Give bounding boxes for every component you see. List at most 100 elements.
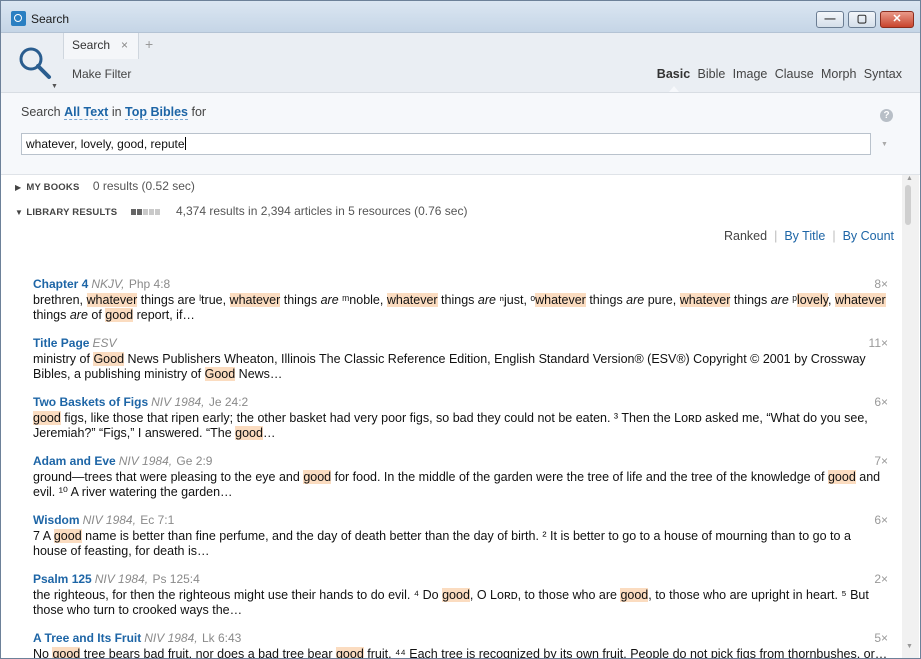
scope-dropdown[interactable]: All Text xyxy=(64,105,109,120)
search-hit-highlight: good xyxy=(235,426,263,440)
window-title: Search xyxy=(31,12,70,26)
search-hit-highlight: whatever xyxy=(229,293,281,307)
snippet-text: name is better than fine perfume, and th… xyxy=(33,529,851,558)
maximize-icon: ▢ xyxy=(856,13,868,25)
search-menu-chevron-icon[interactable]: ▼ xyxy=(51,83,58,90)
results-scrollbar[interactable]: ▲ ▼ xyxy=(902,175,919,658)
mode-tab-syntax[interactable]: Syntax xyxy=(864,67,902,81)
snippet-text: , O Lᴏʀᴅ, to those who are xyxy=(469,588,621,602)
snippet-text: things are ˡtrue, xyxy=(137,293,230,307)
sort-options: Ranked | By Title | By Count xyxy=(723,229,894,243)
result-reference: Je 24:2 xyxy=(208,395,249,409)
search-hit-highlight: whatever xyxy=(535,293,586,307)
snippet-text: ᵖ xyxy=(788,293,798,307)
result-title[interactable]: Chapter 4 xyxy=(33,277,88,291)
search-window: Search — ▢ ✕ ▼ Search × + Make Filter Ba… xyxy=(0,0,921,659)
close-window-button[interactable]: ✕ xyxy=(880,11,914,28)
mode-tab-morph[interactable]: Morph xyxy=(821,67,856,81)
result-title[interactable]: Wisdom xyxy=(33,513,80,527)
snippet-text: the righteous, for then the righteous mi… xyxy=(33,588,443,602)
snippet-text: pure, xyxy=(644,293,680,307)
result-title[interactable]: Two Baskets of Figs xyxy=(33,395,148,409)
result-title[interactable]: Adam and Eve xyxy=(33,454,116,468)
result-snippet: ministry of Good News Publishers Wheaton… xyxy=(33,352,888,382)
hit-count: 11× xyxy=(868,336,888,350)
result-snippet: the righteous, for then the righteous mi… xyxy=(33,588,888,618)
sort-by-count[interactable]: By Count xyxy=(843,229,894,243)
collapsed-triangle-icon[interactable]: ▶ xyxy=(15,183,23,192)
hit-count: 6× xyxy=(874,395,888,409)
snippet-text: brethren, xyxy=(33,293,87,307)
search-suffix: for xyxy=(191,105,207,119)
snippet-text: fruit. ⁴⁴ Each tree is recognized by its… xyxy=(363,647,888,659)
result-item[interactable]: Chapter 4 NKJV, Php 4:8 8× brethren, whate… xyxy=(33,277,888,323)
snippet-text: 7 A xyxy=(33,529,54,543)
result-title[interactable]: A Tree and Its Fruit xyxy=(33,631,141,645)
my-books-section[interactable]: ▶ MY BOOKS 0 results (0.52 sec) xyxy=(15,179,195,193)
mode-tab-basic[interactable]: Basic xyxy=(657,67,690,81)
collection-dropdown[interactable]: Top Bibles xyxy=(125,105,188,120)
snippet-text: for food. In the middle of the garden we… xyxy=(331,470,828,484)
snippet-italic-text: are xyxy=(477,293,496,307)
results-list: Chapter 4 NKJV, Php 4:8 8× brethren, whate… xyxy=(1,271,901,659)
add-tab-icon[interactable]: + xyxy=(145,36,153,52)
result-version: ESV xyxy=(92,336,117,350)
text-caret xyxy=(184,137,186,150)
result-item[interactable]: Adam and Eve NIV 1984, Ge 2:9 7× ground—tr… xyxy=(33,454,888,500)
active-mode-pointer xyxy=(669,86,679,92)
search-hit-highlight: good xyxy=(335,647,364,659)
help-icon[interactable]: ? xyxy=(880,109,893,122)
result-title[interactable]: Title Page xyxy=(33,336,89,350)
my-books-summary: 0 results (0.52 sec) xyxy=(92,179,195,193)
result-item[interactable]: Psalm 125 NIV 1984, Ps 125:4 2× the righte… xyxy=(33,572,888,618)
snippet-text: ᵐnoble, xyxy=(338,293,387,307)
mode-tab-clause[interactable]: Clause xyxy=(775,67,814,81)
result-reference: Php 4:8 xyxy=(128,277,171,291)
result-item[interactable]: Title Page ESV 11× ministry of Good News … xyxy=(33,336,888,382)
tab-close-icon[interactable]: × xyxy=(121,38,128,52)
scroll-down-icon[interactable]: ▼ xyxy=(906,643,913,650)
search-hit-highlight: good xyxy=(442,588,470,602)
snippet-italic-text: are xyxy=(69,308,88,322)
result-snippet: brethren, whatever things are ˡtrue, wha… xyxy=(33,293,888,323)
minimize-button[interactable]: — xyxy=(816,11,844,28)
hit-count: 8× xyxy=(874,277,888,291)
search-hit-highlight: Good xyxy=(204,367,236,381)
result-reference: Ec 7:1 xyxy=(140,513,175,527)
library-results-section[interactable]: ▼ LIBRARY RESULTS 4,374 results in 2,394… xyxy=(15,204,467,218)
result-version: NIV 1984, xyxy=(151,395,205,409)
snippet-text: things xyxy=(730,293,771,307)
search-progress-meter xyxy=(130,204,161,218)
result-item[interactable]: Wisdom NIV 1984, Ec 7:1 6× 7 A good name i… xyxy=(33,513,888,559)
search-hit-highlight: whatever xyxy=(835,293,886,307)
snippet-text: , xyxy=(828,293,835,307)
scroll-thumb[interactable] xyxy=(905,185,911,225)
search-toolbar: ▼ Search × + Make Filter Basic Bible Ima… xyxy=(1,33,920,93)
result-reference: Ge 2:9 xyxy=(176,454,213,468)
result-version: NKJV, xyxy=(91,277,125,291)
result-version: NIV 1984, xyxy=(118,454,173,468)
tab-search[interactable]: Search × xyxy=(63,33,139,59)
snippet-text: News Publishers Wheaton, Illinois The Cl… xyxy=(33,352,866,381)
scroll-up-icon[interactable]: ▲ xyxy=(906,175,913,182)
mode-tab-bible[interactable]: Bible xyxy=(698,67,726,81)
search-query-input[interactable]: whatever, lovely, good, repute xyxy=(21,133,871,155)
search-icon[interactable] xyxy=(17,45,53,81)
make-filter-button[interactable]: Make Filter xyxy=(72,67,131,81)
hit-count: 2× xyxy=(874,572,888,586)
result-item[interactable]: Two Baskets of Figs NIV 1984, Je 24:2 6× g… xyxy=(33,395,888,441)
query-history-chevron-icon[interactable]: ▼ xyxy=(881,141,888,148)
result-item[interactable]: A Tree and Its Fruit NIV 1984, Lk 6:43 5× … xyxy=(33,631,888,659)
title-bar: Search — ▢ ✕ xyxy=(1,1,920,33)
maximize-button[interactable]: ▢ xyxy=(848,11,876,28)
minimize-icon: — xyxy=(824,13,836,25)
snippet-text: things xyxy=(280,293,321,307)
expanded-triangle-icon[interactable]: ▼ xyxy=(15,208,23,217)
search-prefix: Search xyxy=(21,105,61,119)
sort-ranked[interactable]: Ranked xyxy=(724,229,767,243)
result-title[interactable]: Psalm 125 xyxy=(33,572,92,586)
sort-by-title[interactable]: By Title xyxy=(784,229,825,243)
mode-tab-image[interactable]: Image xyxy=(733,67,768,81)
search-hit-highlight: lovely xyxy=(797,293,829,307)
close-icon: ✕ xyxy=(892,13,902,25)
